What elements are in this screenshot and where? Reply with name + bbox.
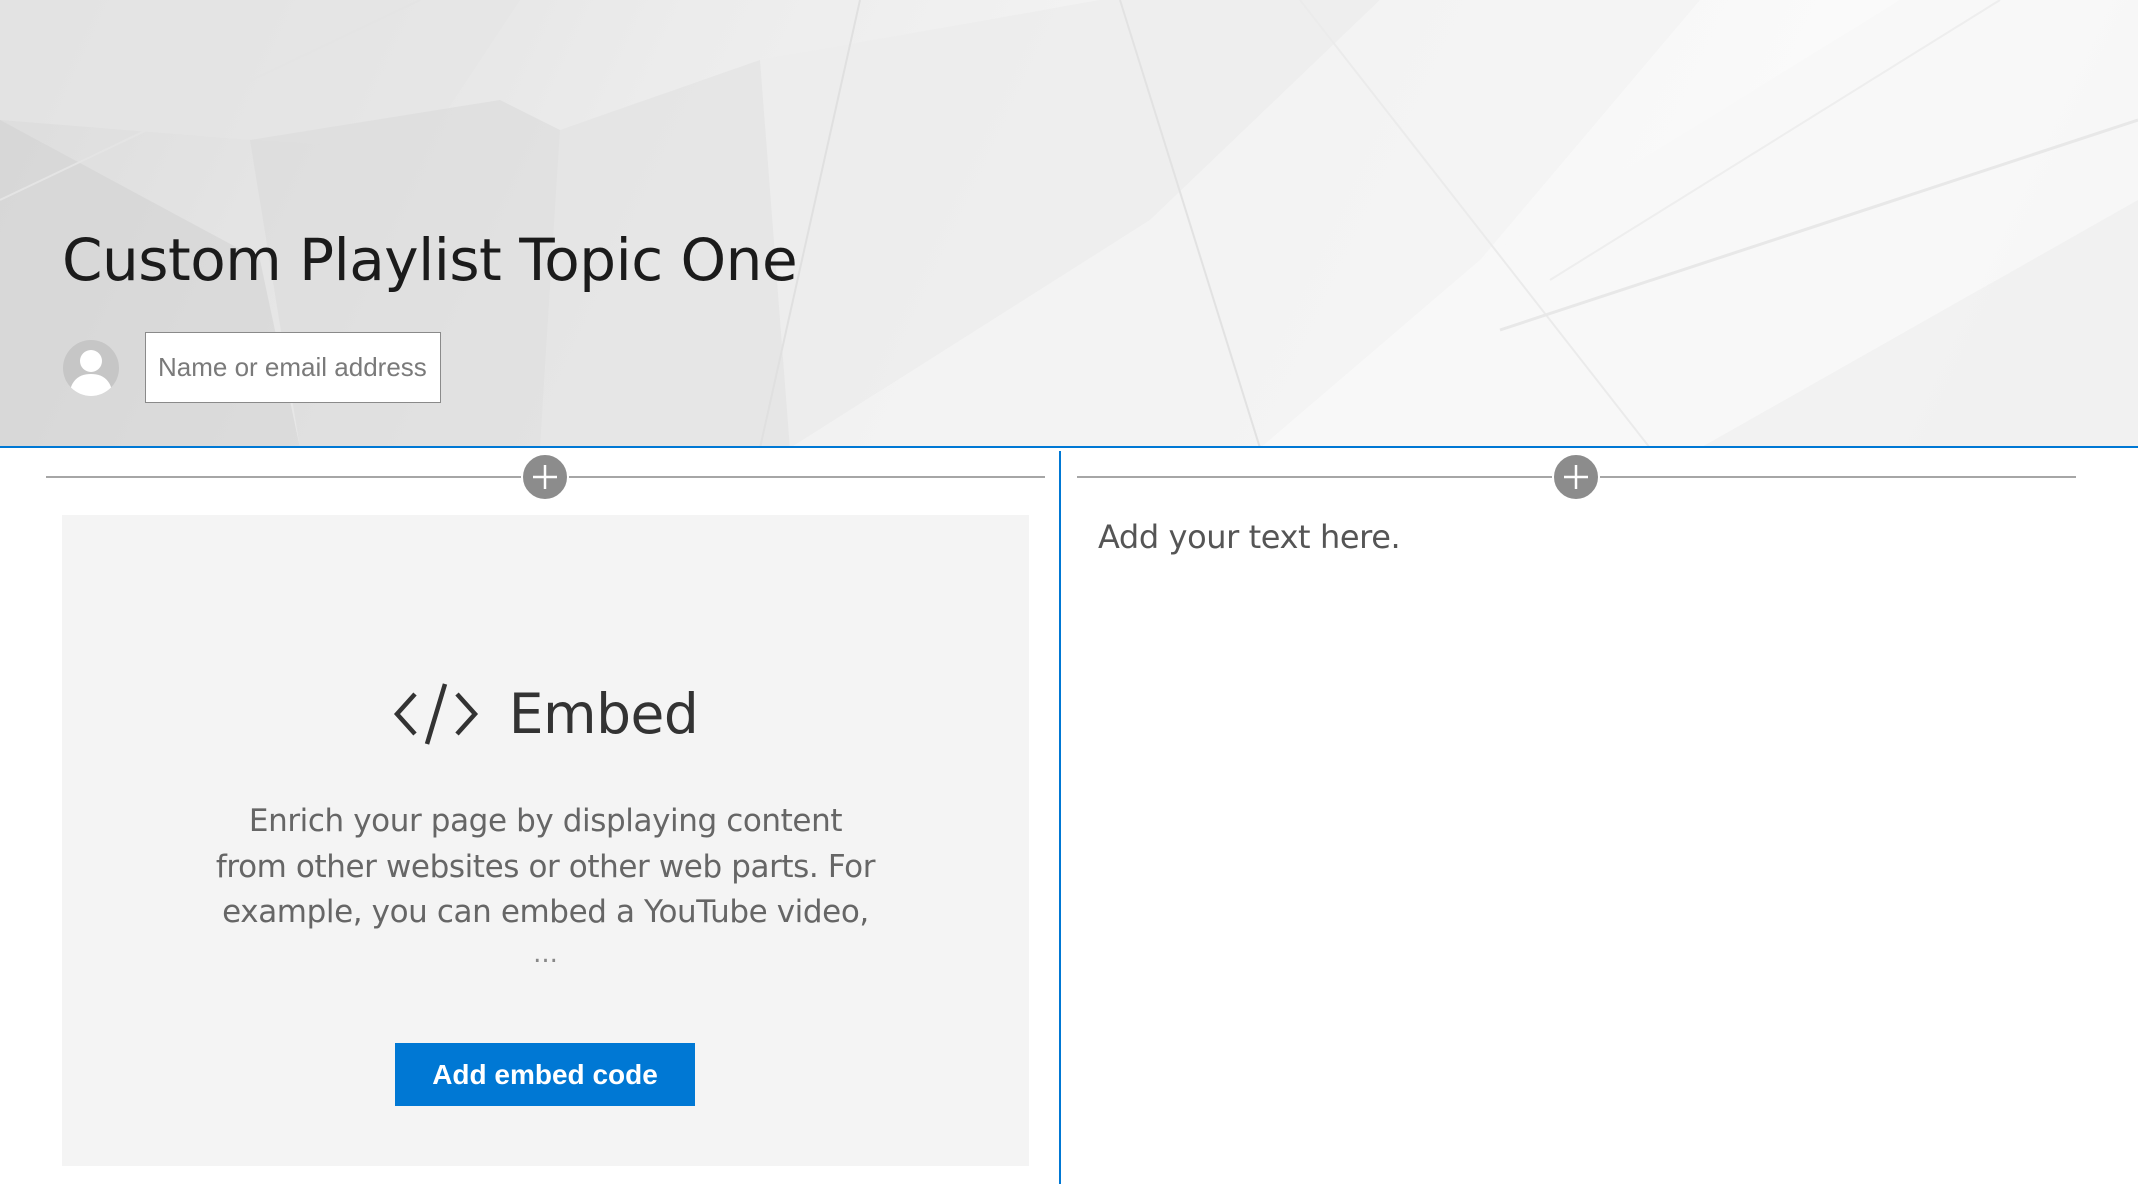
code-icon bbox=[393, 683, 478, 745]
author-name-input[interactable] bbox=[145, 332, 441, 403]
person-icon bbox=[63, 340, 119, 396]
plus-icon bbox=[1564, 465, 1588, 489]
title-area: Custom Playlist Topic One bbox=[0, 0, 2138, 448]
column-divider bbox=[1059, 451, 1061, 1184]
add-webpart-button-right[interactable] bbox=[1552, 453, 1600, 501]
text-webpart-placeholder[interactable]: Add your text here. bbox=[1098, 518, 1401, 556]
embed-title: Embed bbox=[508, 682, 699, 746]
embed-ellipsis: ... bbox=[533, 939, 558, 969]
embed-webpart-placeholder: Embed Enrich your page by displaying con… bbox=[62, 515, 1029, 1166]
page-title[interactable]: Custom Playlist Topic One bbox=[62, 226, 798, 294]
add-webpart-button-left[interactable] bbox=[521, 453, 569, 501]
add-embed-code-button[interactable]: Add embed code bbox=[395, 1043, 695, 1106]
plus-icon bbox=[533, 465, 557, 489]
embed-description: Enrich your page by displaying content f… bbox=[215, 803, 876, 930]
embed-header: Embed bbox=[62, 680, 1029, 748]
